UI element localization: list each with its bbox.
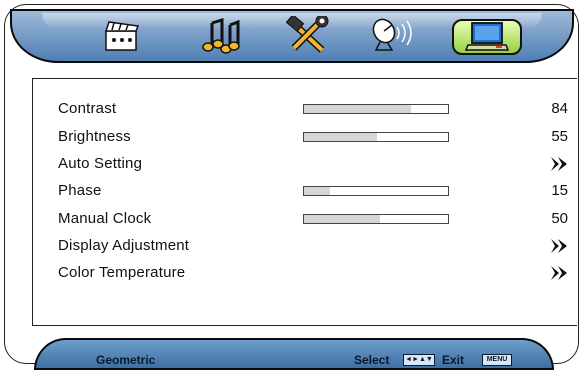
menu-item-auto-setting[interactable]: Auto Setting (58, 153, 568, 177)
contrast-value: 84 (551, 100, 568, 117)
display-adjustment-label: Display Adjustment (58, 237, 190, 254)
manual-clock-slider-fill (304, 215, 381, 223)
menu-key-icon: MENU (482, 354, 512, 366)
menu-item-phase[interactable]: Phase 15 (58, 180, 568, 204)
phase-slider[interactable] (303, 186, 449, 196)
brightness-slider-fill (304, 133, 378, 141)
menu-item-color-temperature[interactable]: Color Temperature (58, 262, 568, 286)
manual-clock-value: 50 (551, 210, 568, 227)
music-notes-icon (202, 17, 240, 54)
clapperboard-icon (104, 21, 140, 51)
manual-clock-label: Manual Clock (58, 210, 152, 227)
menu-item-brightness[interactable]: Brightness 55 (58, 126, 568, 150)
menu-item-manual-clock[interactable]: Manual Clock 50 (58, 208, 568, 232)
footer-bar: Geometric Select ◄►▲▼ Exit MENU (34, 338, 554, 370)
phase-label: Phase (58, 182, 102, 199)
tab-channel[interactable] (367, 15, 423, 57)
menu-item-display-adjustment[interactable]: Display Adjustment (58, 235, 568, 259)
contrast-label: Contrast (58, 100, 117, 117)
tab-audio[interactable] (194, 15, 250, 57)
contrast-slider[interactable] (303, 104, 449, 114)
brightness-slider[interactable] (303, 132, 449, 142)
manual-clock-slider[interactable] (303, 214, 449, 224)
auto-setting-label: Auto Setting (58, 155, 143, 172)
brightness-label: Brightness (58, 128, 131, 145)
arrow-right-icon (551, 157, 567, 171)
footer-exit-label: Exit (442, 353, 465, 367)
tab-tools[interactable] (280, 15, 336, 57)
footer-section-title: Geometric (96, 353, 156, 367)
menu-item-contrast[interactable]: Contrast 84 (58, 98, 568, 122)
footer-select-label: Select (354, 353, 390, 367)
satellite-dish-icon (372, 18, 412, 51)
monitor-icon (464, 22, 510, 51)
phase-slider-fill (304, 187, 330, 195)
tab-picture[interactable] (94, 15, 150, 57)
arrow-right-icon (551, 239, 567, 253)
select-key-icon: ◄►▲▼ (403, 354, 435, 366)
arrow-right-icon (551, 266, 567, 280)
phase-value: 15 (551, 182, 568, 199)
tab-geometric[interactable] (452, 19, 522, 55)
hammer-wrench-icon (286, 16, 329, 53)
contrast-slider-fill (304, 105, 411, 113)
color-temperature-label: Color Temperature (58, 264, 186, 281)
brightness-value: 55 (551, 128, 568, 145)
tab-bar (10, 9, 574, 63)
